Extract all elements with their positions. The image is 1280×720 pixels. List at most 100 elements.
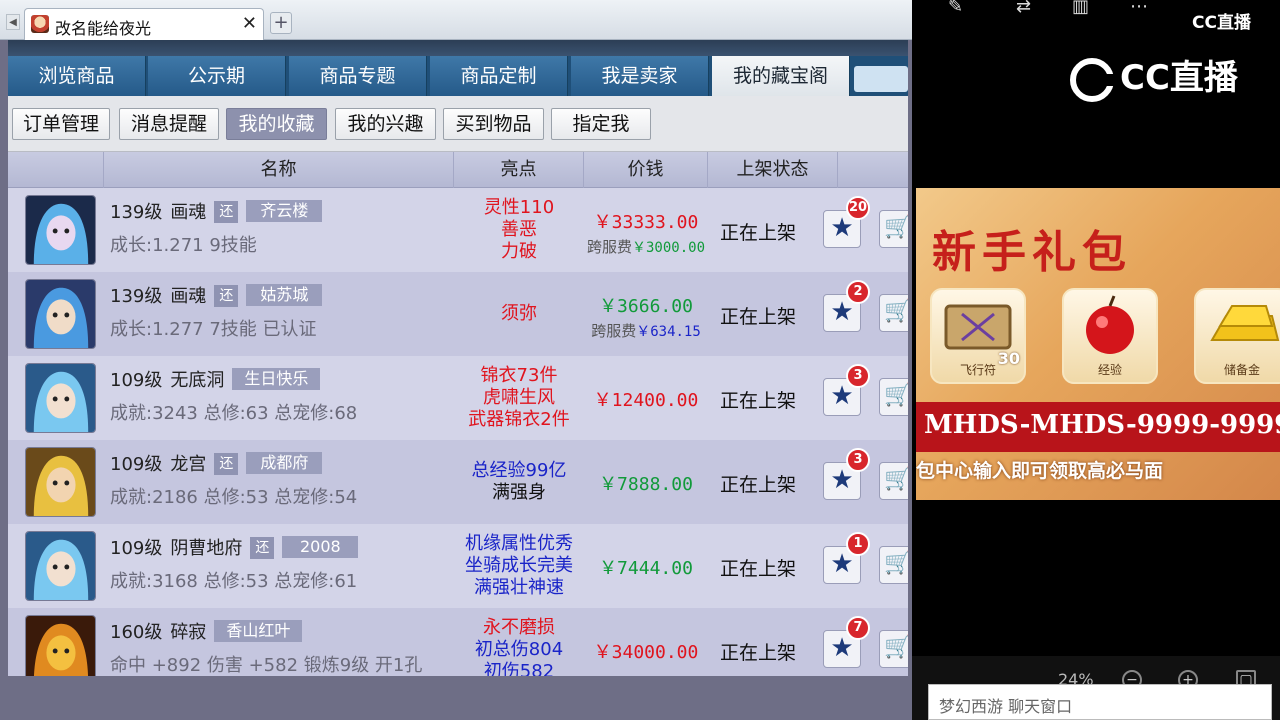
add-to-cart-button[interactable]: 🛒	[879, 630, 908, 668]
item-price: ￥3666.00	[599, 296, 693, 317]
item-level: 109级	[110, 454, 163, 475]
game-favicon-icon	[31, 15, 49, 33]
item-title[interactable]: 139级 画魂还齐云楼	[110, 198, 323, 223]
add-to-cart-button[interactable]: 🛒	[879, 378, 908, 416]
apple-icon	[1086, 295, 1134, 354]
item-detail: 成就:3243 总修:63 总宠修:68	[110, 403, 358, 424]
return-tag: 还	[214, 201, 239, 223]
more-icon[interactable]: ⋯	[1130, 0, 1148, 17]
favorite-count-badge: 20	[846, 196, 870, 220]
favorite-count-badge: 7	[846, 616, 870, 640]
item-price-cell: ￥33333.00 跨服费￥3000.00	[584, 208, 708, 257]
item-highlights: 灵性110 善恶 力破	[454, 197, 584, 263]
item-title[interactable]: 109级 阴曹地府还 2008	[110, 534, 359, 559]
treasure-pavilion-panel: 浏览商品 公示期 商品专题 商品定制 我是卖家 我的藏宝阁 订单管理 消息提醒 …	[0, 40, 912, 720]
item-name: 龙宫	[170, 454, 207, 475]
cart-icon: 🛒	[884, 551, 908, 576]
tab-goods-custom[interactable]: 商品定制	[430, 56, 568, 96]
gift-code: MHDS-MHDS-9999-9999	[924, 410, 1280, 440]
cart-icon: 🛒	[884, 467, 908, 492]
order-management-button[interactable]: 订单管理	[12, 108, 110, 140]
favorite-count-badge: 3	[846, 448, 870, 472]
avatar[interactable]	[25, 531, 96, 601]
item-detail: 成长:1.277 7技能 已认证	[110, 319, 317, 340]
newbie-gift-banner[interactable]: 新手礼包 30 飞行符 经验 储备金 MHDS-MHDS-9999-9999 包…	[916, 188, 1280, 500]
tab-scroll-left-icon[interactable]: ◀	[6, 14, 20, 30]
designated-me-button[interactable]: 指定我	[551, 108, 651, 140]
item-price-cell: ￥7888.00	[584, 470, 708, 496]
listing-status: 正在上架	[720, 390, 797, 412]
my-interests-button[interactable]: 我的兴趣	[335, 108, 436, 140]
fee-value: ￥634.15	[636, 324, 701, 340]
tab-my-treasure[interactable]: 我的藏宝阁	[712, 56, 850, 96]
promo-title: 新手礼包	[932, 227, 1132, 278]
add-to-cart-button[interactable]: 🛒	[879, 210, 908, 248]
server-badge: 成都府	[246, 452, 323, 474]
server-badge: 齐云楼	[246, 200, 323, 222]
tab-seller[interactable]: 我是卖家	[571, 56, 709, 96]
highlight-line: 坐骑成长完美	[465, 555, 573, 576]
favorites-table-body: 139级 画魂还齐云楼 成长:1.271 9技能 灵性110 善恶 力破 ￥33333.00…	[8, 188, 908, 676]
nav-extra-slot	[854, 66, 908, 92]
tab-browse-goods[interactable]: 浏览商品	[8, 56, 146, 96]
delete-icon[interactable]: ▥	[1072, 0, 1089, 17]
chat-placeholder: 梦幻西游 聊天窗口	[939, 697, 1073, 716]
item-price: ￥12400.00	[593, 390, 699, 411]
browser-tab[interactable]: 改名能给夜光 ✕	[24, 8, 264, 40]
cart-icon: 🛒	[884, 635, 908, 660]
table-row[interactable]: 109级 龙宫还成都府 成就:2186 总修:53 总宠修:54 总经验99亿 满强身 ￥…	[8, 440, 908, 524]
table-footer	[8, 676, 908, 720]
table-row[interactable]: 160级 碎寂 香山红叶 命中 +892 伤害 +582 锻炼9级 开1孔 永不磨损 初总…	[8, 608, 908, 676]
avatar[interactable]	[25, 363, 96, 433]
tab-goods-topics[interactable]: 商品专题	[289, 56, 427, 96]
message-reminder-button[interactable]: 消息提醒	[119, 108, 219, 140]
add-to-cart-button[interactable]: 🛒	[879, 546, 908, 584]
listing-status: 正在上架	[720, 558, 797, 580]
header-price: 价钱	[584, 152, 708, 188]
avatar[interactable]	[25, 447, 96, 517]
item-title[interactable]: 109级 龙宫还成都府	[110, 450, 323, 475]
table-row[interactable]: 109级 阴曹地府还 2008 成就:3168 总修:53 总宠修:61 机缘属性优秀坐…	[8, 524, 908, 608]
share-icon[interactable]: ⇄	[1016, 0, 1031, 17]
edit-icon[interactable]: ✎	[948, 0, 963, 17]
highlight-line: 力破	[501, 241, 537, 262]
item-price-cell: ￥3666.00 跨服费￥634.15	[584, 292, 708, 341]
add-to-cart-button[interactable]: 🛒	[879, 294, 908, 332]
highlight-line: 机缘属性优秀	[465, 533, 573, 554]
stream-side-panel: ✎ ⇄ ▥ ⋯ CC直播 CC直播 新手礼包 30 飞行符 经验 储备金 MHD…	[912, 0, 1280, 720]
gift-reserve-gold: 储备金	[1194, 288, 1280, 384]
item-highlights: 须弥	[454, 303, 584, 325]
item-price: ￥34000.00	[593, 642, 699, 663]
gift-label: 储备金	[1223, 363, 1260, 377]
item-title[interactable]: 109级 无底洞 生日快乐	[110, 366, 321, 391]
table-row[interactable]: 139级 画魂还姑苏城成长:1.277 7技能 已认证 须弥 ￥3666.00 跨服费￥…	[8, 272, 908, 356]
item-level: 139级	[110, 202, 163, 223]
table-row[interactable]: 109级 无底洞 生日快乐 成就:3243 总修:63 总宠修:68 锦衣73件 虎啸生风…	[8, 356, 908, 440]
purchased-items-button[interactable]: 买到物品	[443, 108, 544, 140]
item-title[interactable]: 160级 碎寂 香山红叶	[110, 618, 303, 643]
gift-flying-talisman: 30 飞行符	[930, 288, 1026, 384]
item-name: 画魂	[170, 202, 207, 223]
cart-icon: 🛒	[884, 383, 908, 408]
close-tab-icon[interactable]: ✕	[242, 13, 257, 34]
item-detail: 成就:3168 总修:53 总宠修:61	[110, 571, 358, 592]
item-name: 阴曹地府	[170, 538, 243, 559]
item-title[interactable]: 139级 画魂还姑苏城	[110, 282, 323, 307]
new-tab-button[interactable]: +	[270, 12, 292, 34]
avatar[interactable]	[25, 279, 96, 349]
chat-input[interactable]: 梦幻西游 聊天窗口	[928, 684, 1272, 720]
favorite-count-badge: 3	[846, 364, 870, 388]
add-to-cart-button[interactable]: 🛒	[879, 462, 908, 500]
header-highlight: 亮点	[454, 152, 584, 188]
table-row[interactable]: 139级 画魂还齐云楼 成长:1.271 9技能 灵性110 善恶 力破 ￥33333.00…	[8, 188, 908, 272]
item-price-cell: ￥12400.00	[584, 386, 708, 412]
item-level: 109级	[110, 538, 163, 559]
tab-public-period[interactable]: 公示期	[148, 56, 286, 96]
item-price: ￥33333.00	[593, 212, 699, 233]
my-favorites-button[interactable]: 我的收藏	[226, 108, 327, 140]
header-status: 上架状态	[708, 152, 838, 188]
avatar[interactable]	[25, 195, 96, 265]
avatar[interactable]	[25, 615, 96, 676]
item-name: 无底洞	[170, 370, 225, 391]
return-tag: 还	[250, 537, 275, 559]
